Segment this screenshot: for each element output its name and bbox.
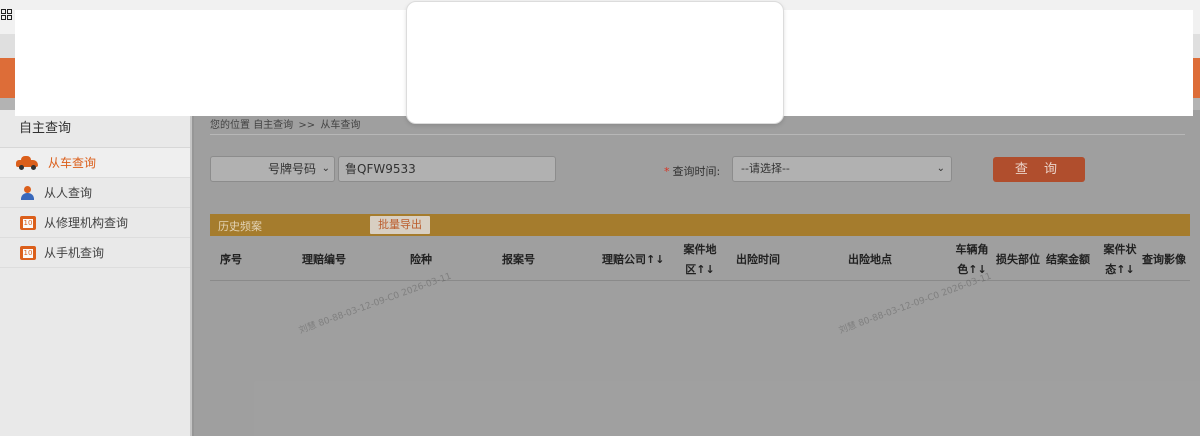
modal-dialog xyxy=(406,1,784,124)
